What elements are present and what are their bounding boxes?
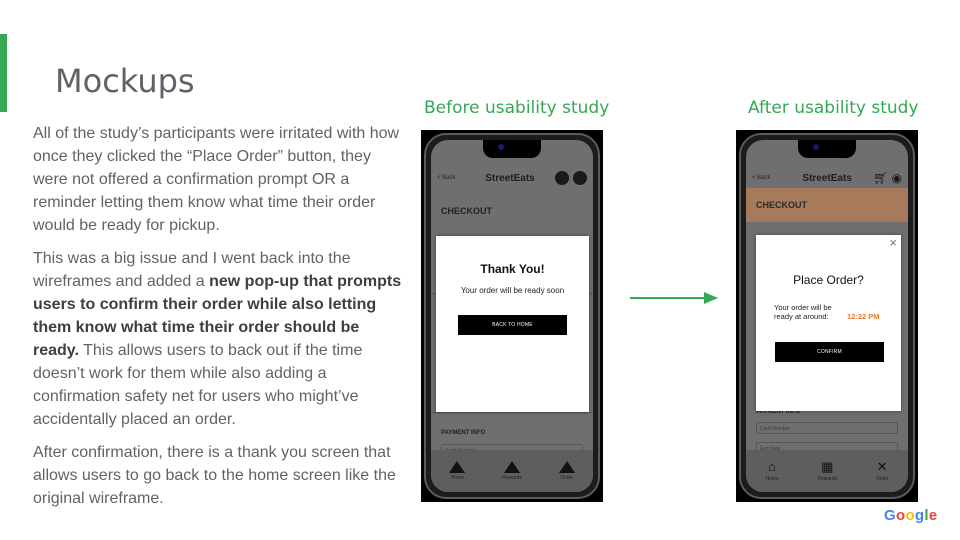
nav-label: Rewards <box>817 476 838 482</box>
google-logo: Google <box>884 507 938 524</box>
profile-icon[interactable]: ◉ <box>892 172 902 184</box>
back-button[interactable]: < Back <box>752 175 784 181</box>
profile-icon[interactable] <box>573 171 587 185</box>
nav-label: Rewards <box>502 475 522 481</box>
thank-you-modal: Thank You! Your order will be ready soon… <box>436 236 589 412</box>
bottom-nav: ⌂ Home ▦ Rewards ✕ Order <box>746 450 908 492</box>
camera-icon <box>498 144 504 150</box>
modal-title: Thank You! <box>480 262 545 276</box>
paragraph-2-end: This allows users to back out if the tim… <box>33 342 363 428</box>
back-to-home-button[interactable]: BACK TO HOME <box>458 315 567 335</box>
checkout-band: CHECKOUT <box>746 188 908 222</box>
paragraph-2: This was a big issue and I went back int… <box>33 247 408 431</box>
nav-label: Order <box>875 476 889 482</box>
checkout-title: CHECKOUT <box>441 206 492 216</box>
nav-rewards[interactable]: ▦ Rewards <box>817 459 838 483</box>
caption-after: After usability study <box>748 98 919 118</box>
rewards-icon <box>503 461 520 473</box>
card-number-field[interactable]: Card Number <box>756 422 898 434</box>
phone-screen: < Back StreetEats CHECKOUT PAYMENT INFO … <box>431 140 593 492</box>
cart-icon[interactable] <box>555 171 569 185</box>
after-mockup: < Back StreetEats 🛒︎ ◉ CHECKOUT PAYMENT … <box>736 130 918 502</box>
before-mockup: < Back StreetEats CHECKOUT PAYMENT INFO … <box>421 130 603 502</box>
modal-subtitle: Your order will be ready soon <box>460 286 565 295</box>
body-text: All of the study’s participants were irr… <box>33 122 408 520</box>
nav-order[interactable]: Order <box>558 461 575 481</box>
ready-line-2: ready at around: <box>774 312 829 321</box>
app-brand: StreetEats <box>802 172 852 184</box>
home-icon: ⌂ <box>768 459 776 474</box>
back-button[interactable]: < Back <box>437 175 469 181</box>
bottom-nav: Home Rewards Order <box>431 450 593 492</box>
order-icon <box>558 461 575 473</box>
nav-label: Home <box>450 475 465 481</box>
accent-bar <box>0 34 7 112</box>
payment-info-label: PAYMENT INFO <box>441 430 486 436</box>
ready-text: Your order will be ready at around: <box>774 303 832 321</box>
nav-rewards[interactable]: Rewards <box>502 461 522 481</box>
paragraph-1: All of the study’s participants were irr… <box>33 125 400 234</box>
home-icon <box>449 461 466 473</box>
nav-order[interactable]: ✕ Order <box>875 459 889 483</box>
cart-icon[interactable]: 🛒︎ <box>873 172 888 184</box>
caption-before: Before usability study <box>424 98 610 118</box>
close-icon[interactable]: × <box>889 235 897 250</box>
slide-title: Mockups <box>55 62 195 100</box>
phone-notch <box>798 140 856 158</box>
phone-frame: < Back StreetEats 🛒︎ ◉ CHECKOUT PAYMENT … <box>739 133 915 499</box>
confirm-button[interactable]: CONFIRM <box>775 342 884 362</box>
nav-home[interactable]: Home <box>449 461 466 481</box>
nav-home[interactable]: ⌂ Home <box>765 459 779 483</box>
nav-label: Order <box>560 475 573 481</box>
checkout-title: CHECKOUT <box>756 200 807 210</box>
ready-line-1: Your order will be <box>774 303 832 312</box>
gift-icon: ▦ <box>821 459 834 474</box>
phone-screen: < Back StreetEats 🛒︎ ◉ CHECKOUT PAYMENT … <box>746 140 908 492</box>
app-bar: < Back StreetEats 🛒︎ ◉ <box>746 166 908 190</box>
utensils-icon: ✕ <box>876 459 888 474</box>
phone-frame: < Back StreetEats CHECKOUT PAYMENT INFO … <box>424 133 600 499</box>
app-bar: < Back StreetEats <box>431 166 593 190</box>
camera-icon <box>813 144 819 150</box>
modal-title: Place Order? <box>793 273 864 287</box>
paragraph-3: After confirmation, there is a thank you… <box>33 444 396 507</box>
place-order-modal: × Place Order? Your order will be ready … <box>756 235 901 411</box>
arrow-right-icon <box>630 292 718 304</box>
nav-label: Home <box>765 476 779 482</box>
divider <box>431 412 593 413</box>
phone-notch <box>483 140 541 158</box>
ready-time: 12:22 PM <box>847 312 880 321</box>
app-brand: StreetEats <box>485 172 535 184</box>
